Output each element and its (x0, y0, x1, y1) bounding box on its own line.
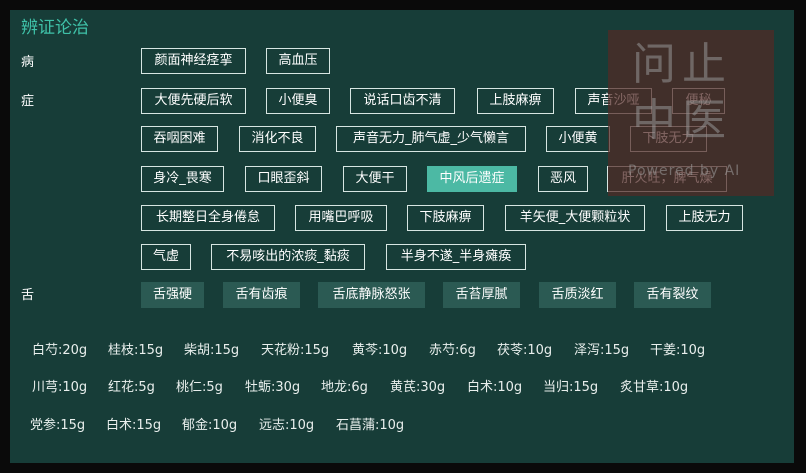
symptom-chip[interactable]: 大便干 (343, 166, 407, 192)
panel-title: 辨证论治 (21, 18, 89, 38)
disease-chip[interactable]: 高血压 (266, 48, 330, 74)
herb-item: 牡蛎:30g (245, 380, 301, 395)
herb-item: 茯苓:10g (497, 343, 553, 358)
symptom-chip[interactable]: 恶风 (538, 166, 588, 192)
symptom-label: 症 (21, 94, 35, 109)
herb-item: 地龙:6g (321, 380, 368, 395)
symptom-chip[interactable]: 半身不遂_半身瘫痪 (386, 244, 526, 270)
herb-item: 党参:15g (30, 418, 86, 433)
tongue-chip[interactable]: 舌底静脉怒张 (318, 282, 425, 308)
symptom-chip[interactable]: 大便先硬后软 (141, 88, 246, 114)
tongue-chip[interactable]: 舌苔厚腻 (443, 282, 520, 308)
symptom-chip[interactable]: 下肢麻痹 (407, 205, 484, 231)
herb-item: 黄芩:10g (352, 343, 408, 358)
symptom-chip[interactable]: 长期整日全身倦怠 (141, 205, 275, 231)
tongue-chip[interactable]: 舌有齿痕 (223, 282, 300, 308)
disease-label: 病 (21, 55, 35, 70)
herb-item: 石菖蒲:10g (336, 418, 405, 433)
herb-item: 远志:10g (259, 418, 315, 433)
symptom-chip[interactable]: 小便臭 (266, 88, 330, 114)
symptom-chip[interactable]: 声音沙哑 (575, 88, 652, 114)
symptom-chip[interactable]: 气虚 (141, 244, 191, 270)
diagnosis-panel: 辨证论治 病 颜面神经痉挛 高血压 症 大便先硬后软 小便臭 说话口齿不清 上肢… (10, 10, 794, 463)
symptom-chip[interactable]: 吞咽困难 (141, 126, 218, 152)
watermark-line1: 问止 (632, 39, 732, 90)
symptom-chip[interactable]: 口眼歪斜 (245, 166, 322, 192)
symptom-chip-selected[interactable]: 中风后遗症 (427, 166, 517, 192)
herb-item: 赤芍:6g (429, 343, 476, 358)
symptom-chip[interactable]: 说话口齿不清 (350, 88, 455, 114)
symptom-chip[interactable]: 消化不良 (239, 126, 316, 152)
symptom-chip[interactable]: 小便黄 (546, 126, 610, 152)
herb-item: 天花粉:15g (261, 343, 330, 358)
herb-item: 郁金:10g (182, 418, 238, 433)
herb-item: 当归:15g (543, 380, 599, 395)
symptom-chip[interactable]: 身冷_畏寒 (141, 166, 224, 192)
herb-item: 柴胡:15g (184, 343, 240, 358)
herb-item: 白芍:20g (32, 343, 88, 358)
symptom-chip[interactable]: 下肢无力 (630, 126, 707, 152)
tongue-chip[interactable]: 舌有裂纹 (634, 282, 711, 308)
herb-item: 红花:5g (108, 380, 155, 395)
symptom-chip[interactable]: 肝火旺，脾气燥 (607, 166, 727, 192)
symptom-chip[interactable]: 便秘 (672, 88, 725, 114)
symptom-chip[interactable]: 不易咳出的浓痰_黏痰 (211, 244, 365, 270)
tongue-chip[interactable]: 舌强硬 (141, 282, 204, 308)
herb-item: 干姜:10g (650, 343, 706, 358)
tongue-label: 舌 (21, 288, 35, 303)
symptom-chip[interactable]: 用嘴巴呼吸 (295, 205, 387, 231)
symptom-chip[interactable]: 上肢无力 (666, 205, 743, 231)
herb-item: 桂枝:15g (108, 343, 164, 358)
herb-item: 泽泻:15g (574, 343, 630, 358)
disease-chip[interactable]: 颜面神经痉挛 (141, 48, 246, 74)
herb-item: 白术:10g (467, 380, 523, 395)
herb-item: 黄芪:30g (390, 380, 446, 395)
tongue-chip[interactable]: 舌质淡红 (539, 282, 616, 308)
symptom-chip[interactable]: 羊矢便_大便颗粒状 (505, 205, 645, 231)
symptom-chip[interactable]: 声音无力_肺气虚_少气懒言 (336, 126, 526, 152)
symptom-chip[interactable]: 上肢麻痹 (477, 88, 554, 114)
herb-item: 桃仁:5g (176, 380, 223, 395)
herb-item: 炙甘草:10g (620, 380, 689, 395)
herb-item: 白术:15g (106, 418, 162, 433)
herb-item: 川芎:10g (32, 380, 88, 395)
